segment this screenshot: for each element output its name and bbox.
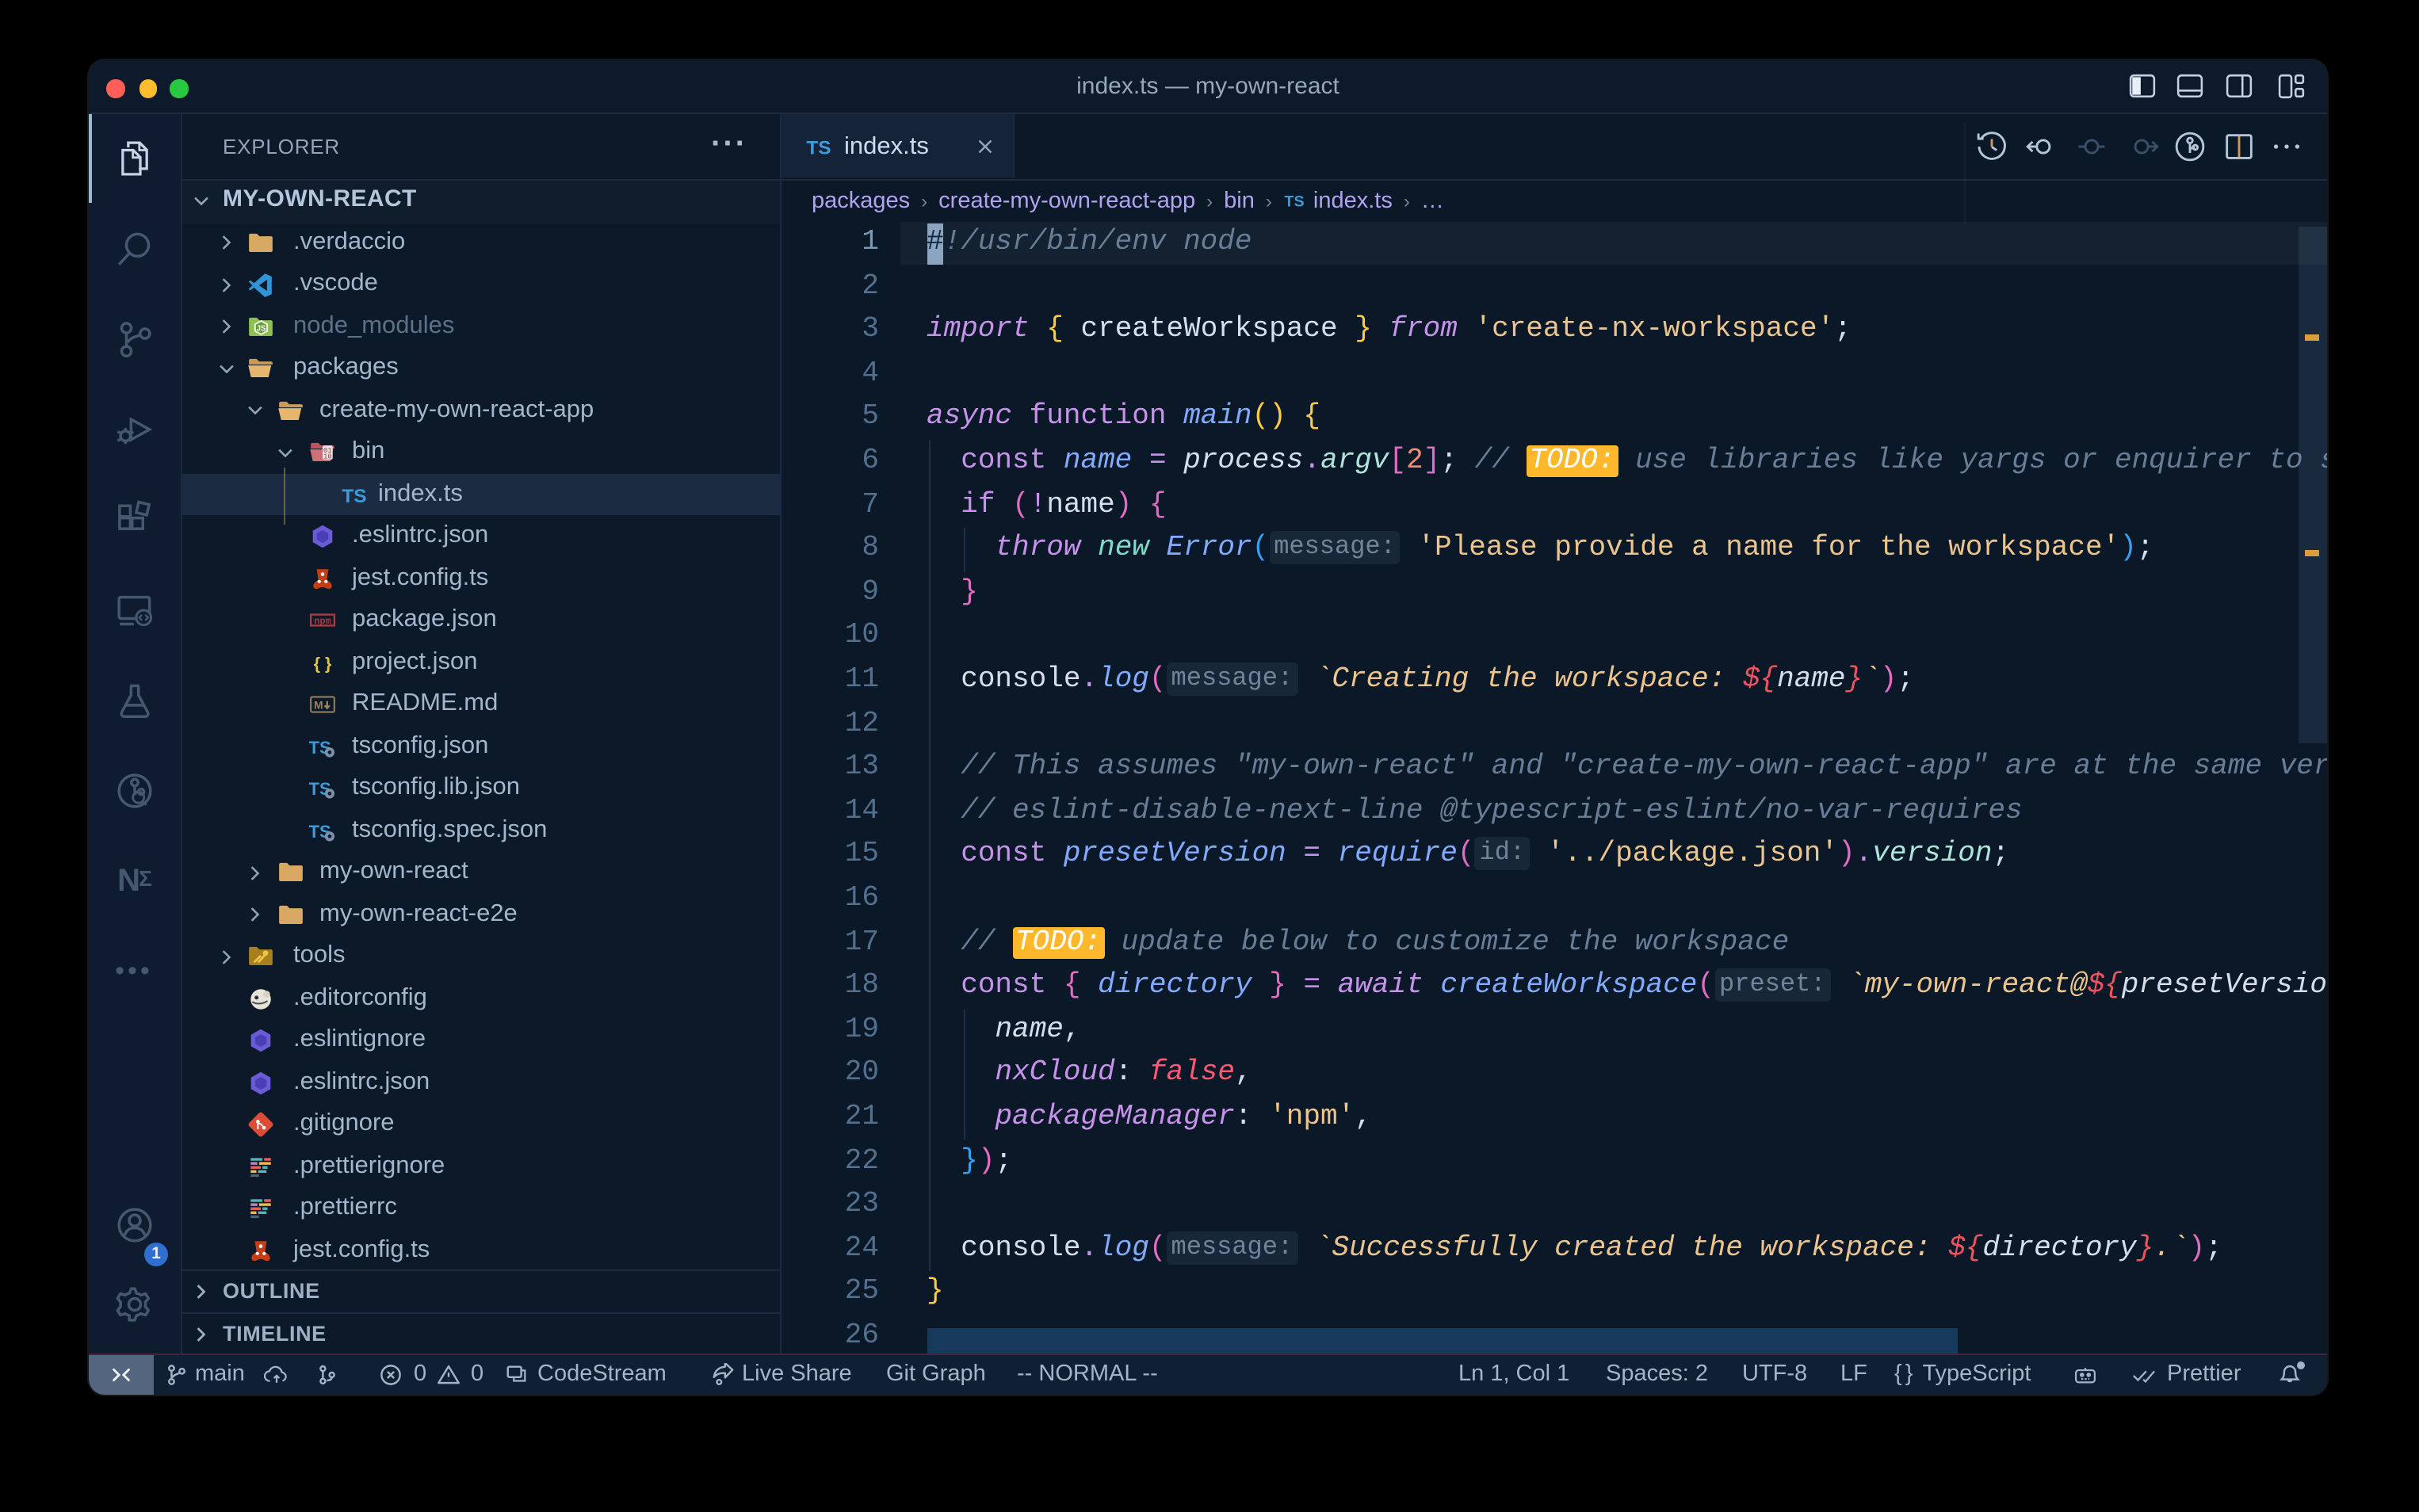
svg-text:TS: TS: [1285, 193, 1305, 210]
svg-text:{ }: { }: [314, 653, 331, 672]
svg-text:TS: TS: [341, 485, 365, 506]
svg-text:JS: JS: [256, 323, 266, 332]
svg-text:M: M: [314, 699, 323, 712]
svg-text:npm: npm: [314, 616, 331, 627]
svg-text:TS: TS: [805, 137, 830, 158]
svg-text:10: 10: [323, 453, 332, 461]
